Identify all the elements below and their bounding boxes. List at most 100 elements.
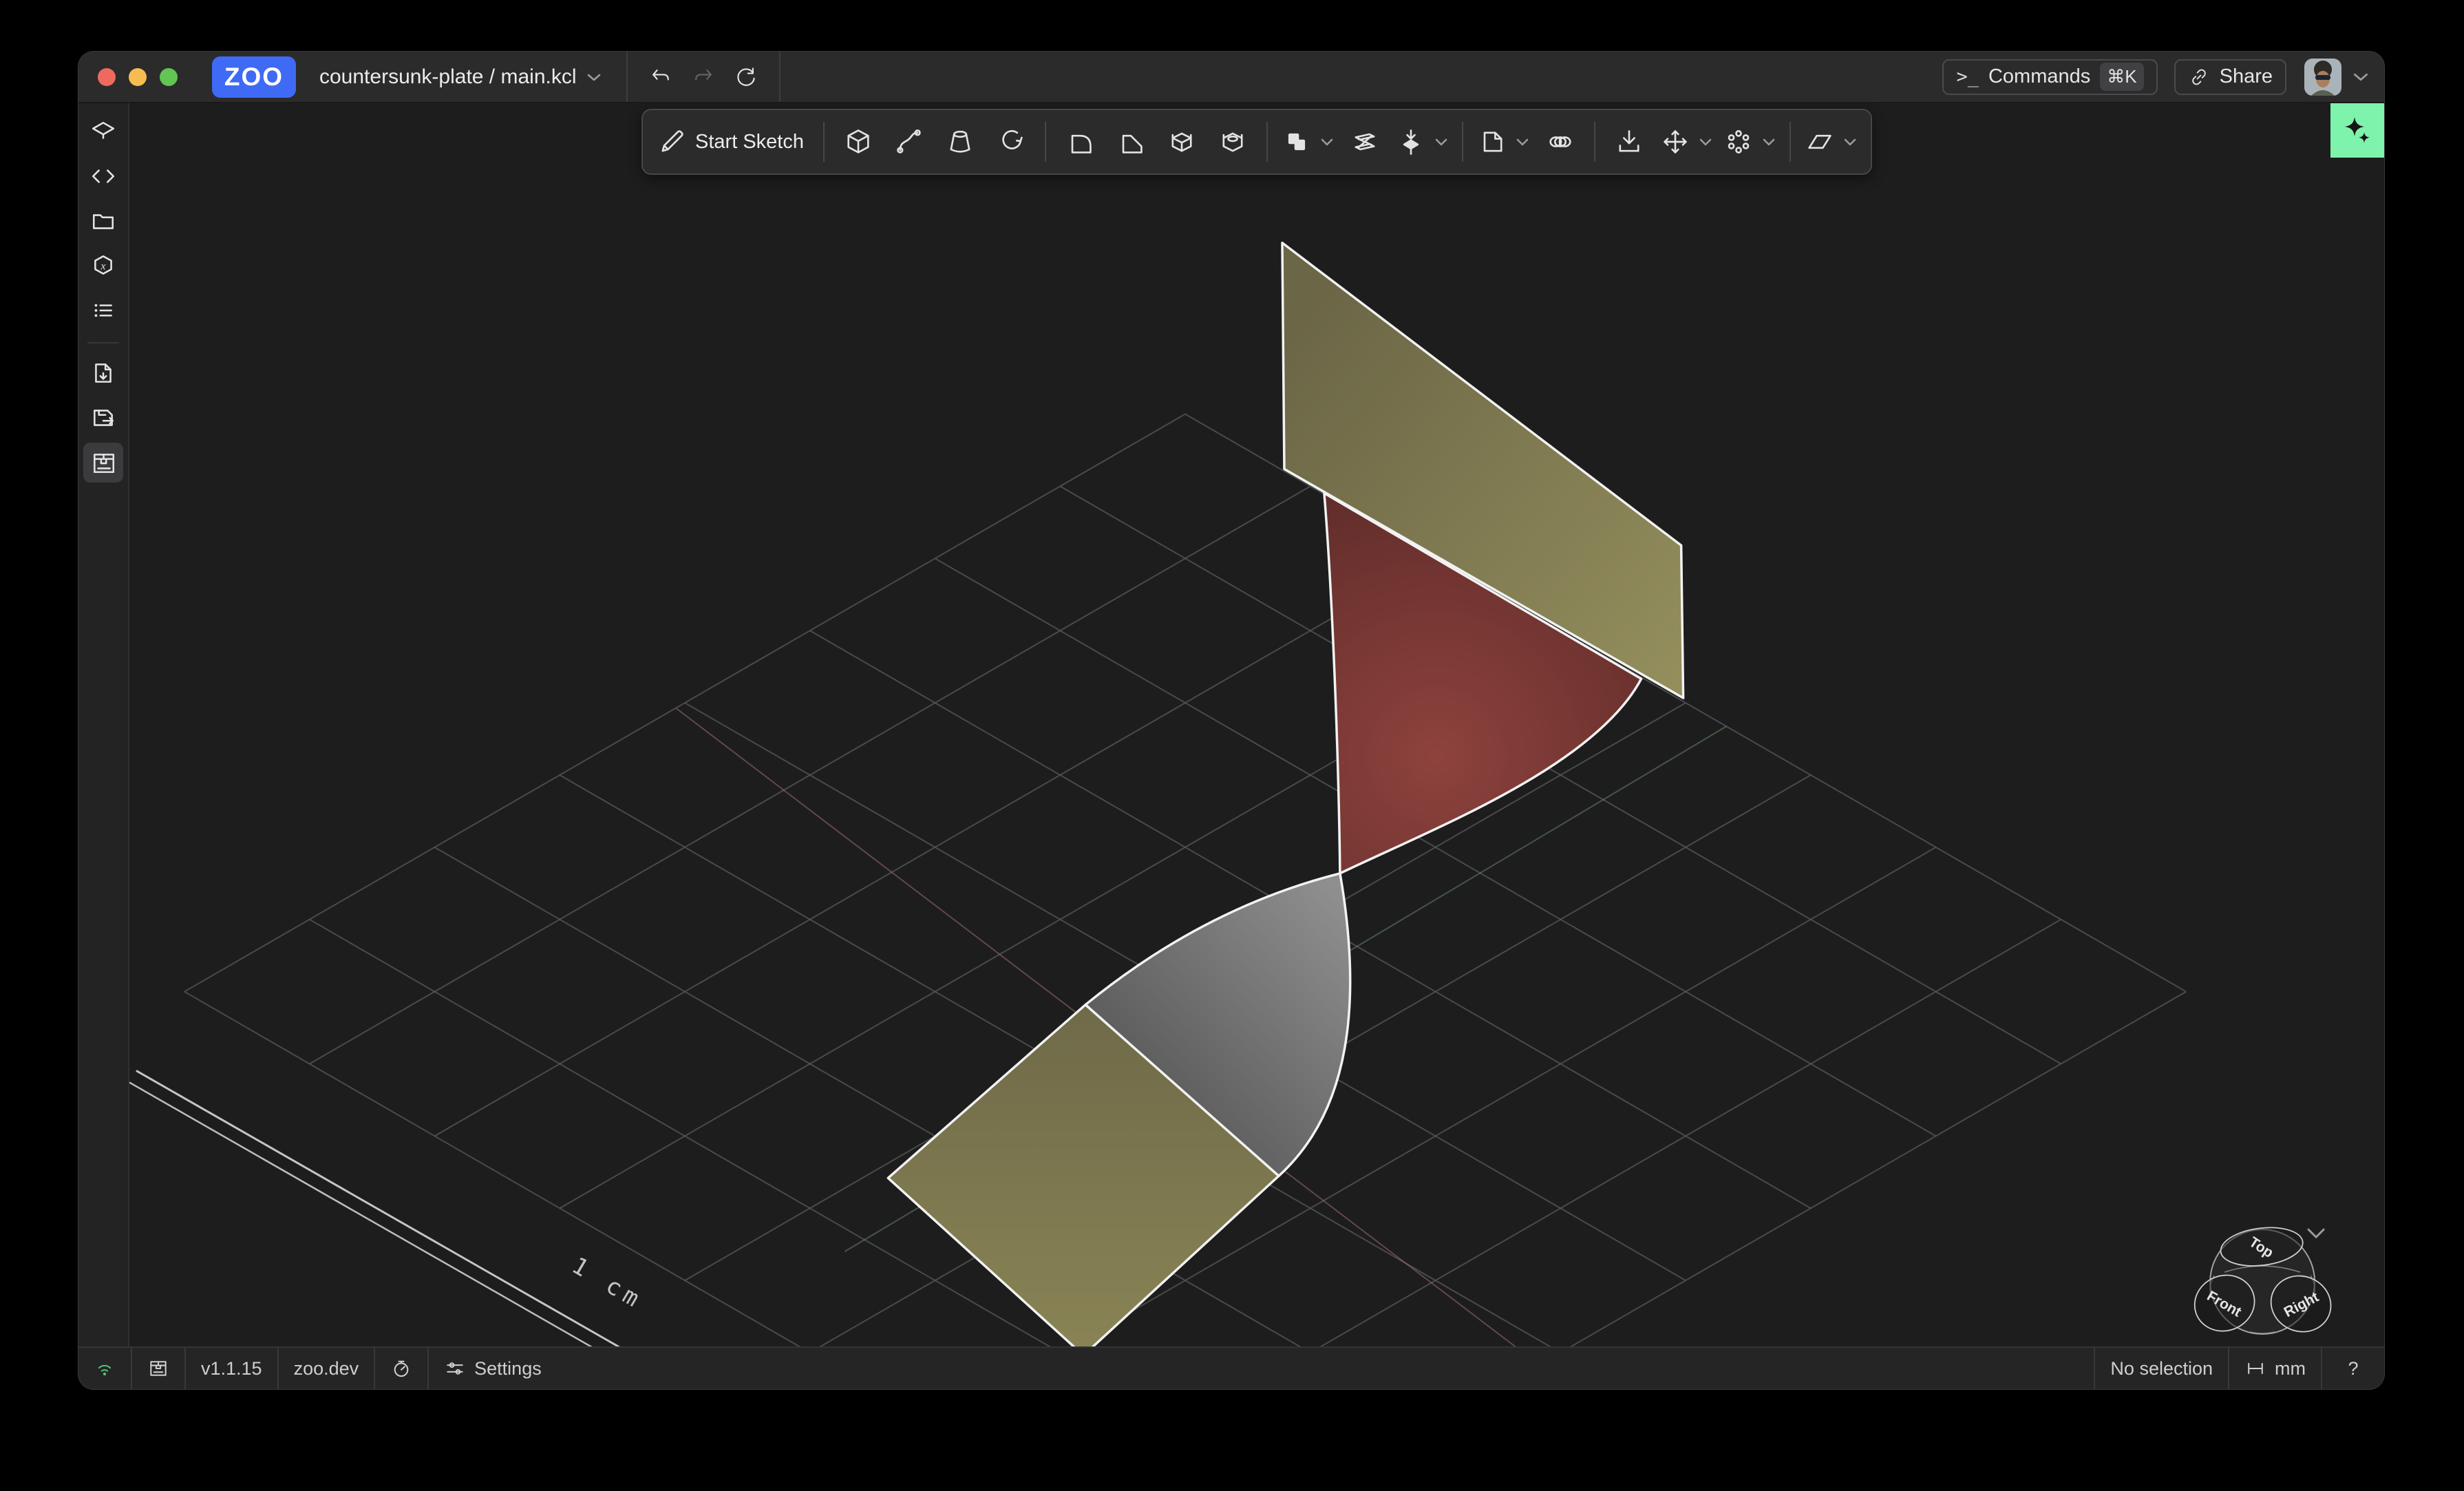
insert-icon (1477, 127, 1507, 157)
view-gizmo[interactable]: Top Front Right (2186, 1223, 2339, 1340)
extrude-icon (843, 127, 873, 157)
gizmo-menu-chevron[interactable] (2308, 1229, 2324, 1237)
chevron-down-icon (586, 72, 602, 82)
move-button[interactable] (1655, 118, 1718, 165)
timer-button[interactable] (375, 1348, 427, 1389)
fillet-icon (1065, 127, 1095, 157)
chevron-down-icon (1762, 137, 1776, 147)
chevron-down-icon (1320, 137, 1334, 147)
loft-icon (945, 127, 975, 157)
plane-button[interactable] (1799, 118, 1862, 165)
sidebar-divider (87, 342, 119, 343)
shell-button[interactable] (1156, 118, 1207, 165)
site-link-label: zoo.dev (294, 1358, 359, 1379)
share-button[interactable]: Share (2174, 59, 2286, 95)
settings-button[interactable]: Settings (429, 1348, 557, 1389)
statusbar: v1.1.15 zoo.dev Settings No selection mm… (78, 1346, 2384, 1389)
selection-status-label: No selection (2110, 1358, 2213, 1379)
code-icon (90, 163, 116, 189)
sidebar-item-kcl-code[interactable] (83, 156, 123, 196)
units-button[interactable]: mm (2229, 1348, 2321, 1389)
units-label: mm (2275, 1358, 2306, 1379)
chevron-down-icon (1434, 137, 1448, 147)
undo-button[interactable] (648, 65, 673, 89)
sweep-button[interactable] (884, 118, 935, 165)
account-menu-button[interactable] (2353, 72, 2369, 82)
loft-button[interactable] (935, 118, 986, 165)
fillet-button[interactable] (1054, 118, 1105, 165)
import-geometry-button[interactable] (1604, 118, 1655, 165)
reload-icon (734, 65, 758, 89)
history-controls (628, 65, 779, 89)
network-status-button[interactable] (78, 1348, 131, 1389)
folder-icon (90, 208, 116, 234)
commands-shortcut-badge: ⌘K (2100, 63, 2143, 91)
boolean-button[interactable] (1276, 118, 1339, 165)
revolve-button[interactable] (986, 118, 1037, 165)
version-label: v1.1.15 (201, 1358, 262, 1379)
list-icon (90, 297, 116, 324)
undo-icon (648, 65, 673, 89)
pattern-button[interactable] (1718, 118, 1781, 165)
chevron-down-icon (1516, 137, 1529, 147)
hole-icon (1218, 127, 1248, 157)
machine-status-button[interactable] (132, 1348, 184, 1389)
sidebar-item-export-file[interactable] (83, 353, 123, 393)
terminal-prompt-icon: >_ (1956, 66, 1979, 87)
reload-button[interactable] (734, 65, 758, 89)
pattern-icon (1723, 127, 1754, 157)
viewport-canvas[interactable]: 1 cm Top (129, 103, 2384, 1346)
sidebar-item-variables[interactable]: x (83, 246, 123, 286)
viewport: 1 cm Top (129, 103, 2384, 1346)
toolbar-divider (1045, 122, 1046, 162)
hole-button[interactable] (1207, 118, 1258, 165)
move-icon (1660, 127, 1690, 157)
app-version-button[interactable]: v1.1.15 (186, 1348, 277, 1389)
offset-plane-button[interactable] (1390, 118, 1454, 165)
toolbar-divider (1266, 122, 1268, 162)
project-name: countersunk-plate / main.kcl (319, 65, 577, 89)
sliders-icon (444, 1357, 466, 1379)
commands-button[interactable]: >_ Commands ⌘K (1942, 59, 2157, 95)
boolean-union-icon (1282, 127, 1312, 157)
zoom-window-button[interactable] (160, 68, 178, 86)
left-sidebar: x (78, 103, 129, 1346)
redo-button[interactable] (691, 65, 716, 89)
sidebar-item-logs[interactable] (83, 290, 123, 330)
titlebar: ZOO countersunk-plate / main.kcl >_ Comm… (78, 52, 2384, 103)
close-window-button[interactable] (98, 68, 116, 86)
sparkles-icon (2339, 113, 2375, 149)
user-avatar[interactable] (2304, 59, 2341, 96)
link-icon (2188, 66, 2210, 88)
plane-intersect-icon (1350, 127, 1380, 157)
start-sketch-button[interactable]: Start Sketch (651, 118, 815, 165)
sidebar-item-feature-tree[interactable] (83, 112, 123, 151)
app-window: ZOO countersunk-plate / main.kcl >_ Comm… (78, 52, 2384, 1389)
save-export-icon (90, 405, 116, 431)
extrude-button[interactable] (833, 118, 884, 165)
sidebar-item-machine-print[interactable] (83, 443, 123, 483)
titlebar-divider (779, 52, 780, 102)
share-label: Share (2220, 65, 2273, 88)
help-button[interactable]: ? (2322, 1348, 2384, 1389)
toolbar-divider (823, 122, 825, 162)
text-to-cad-button[interactable] (2330, 103, 2384, 158)
sidebar-item-save-export[interactable] (83, 398, 123, 438)
sidebar-item-project-files[interactable] (83, 201, 123, 241)
insert-button[interactable] (1472, 118, 1535, 165)
helix-button[interactable] (1535, 118, 1586, 165)
zoo-logo[interactable]: ZOO (212, 56, 296, 98)
import-icon (1614, 127, 1644, 157)
chamfer-button[interactable] (1105, 118, 1156, 165)
start-sketch-label: Start Sketch (695, 131, 809, 154)
printer-icon (147, 1357, 169, 1379)
minimize-window-button[interactable] (129, 68, 147, 86)
offset-plane-icon (1396, 127, 1426, 157)
model[interactable] (888, 243, 1683, 1346)
plane-intersect-button[interactable] (1339, 118, 1390, 165)
helix-icon (1545, 127, 1575, 157)
statusbar-spacer (557, 1348, 2094, 1389)
site-link-button[interactable]: zoo.dev (279, 1348, 374, 1389)
toolbar-divider (1594, 122, 1595, 162)
project-menu[interactable]: countersunk-plate / main.kcl (319, 65, 602, 89)
